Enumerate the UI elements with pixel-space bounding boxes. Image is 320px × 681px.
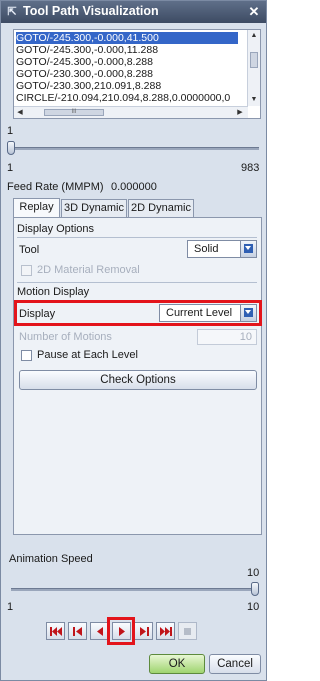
skip-to-end-button[interactable] bbox=[156, 622, 175, 640]
code-line[interactable]: GOTO/-245.300,-0.000,41.500 bbox=[16, 32, 238, 44]
code-line[interactable]: GOTO/-230.300,-0.000,8.288 bbox=[16, 68, 238, 80]
section-divider bbox=[17, 301, 257, 302]
material-removal-label: 2D Material Removal bbox=[37, 264, 140, 276]
slider-current-value: 1 bbox=[7, 125, 14, 137]
tab-3d-dynamic[interactable]: 3D Dynamic bbox=[61, 199, 127, 217]
section-divider bbox=[17, 282, 257, 283]
code-line[interactable]: GOTO/-230.300,210.091,8.288 bbox=[16, 80, 238, 92]
motion-display-header: Motion Display bbox=[17, 286, 90, 298]
scroll-up-arrow-icon[interactable]: ▲ bbox=[248, 30, 260, 41]
display-dropdown[interactable]: Current Level bbox=[159, 304, 257, 322]
play-reverse-icon bbox=[97, 627, 103, 636]
code-line[interactable]: GOTO/-245.300,-0.000,8.288 bbox=[16, 56, 238, 68]
code-list-horizontal-scrollbar[interactable]: ◀ III ▶ bbox=[14, 106, 248, 118]
scroll-thumb-horizontal[interactable]: III bbox=[44, 109, 104, 116]
display-label: Display bbox=[19, 308, 56, 320]
code-list-vertical-scrollbar[interactable]: ▲ ▼ bbox=[247, 30, 260, 106]
animation-speed-value: 10 bbox=[247, 567, 260, 579]
display-options-header: Display Options bbox=[17, 223, 95, 235]
animation-speed-label: Animation Speed bbox=[9, 553, 93, 565]
pause-each-level-label: Pause at Each Level bbox=[37, 349, 138, 361]
play-forward-button[interactable] bbox=[112, 622, 131, 640]
dropdown-arrow-icon[interactable] bbox=[240, 305, 256, 321]
dropdown-arrow-icon[interactable] bbox=[240, 241, 256, 257]
code-line[interactable]: GOTO/-245.300,-0.000,11.288 bbox=[16, 44, 238, 56]
animation-speed-slider-thumb[interactable] bbox=[251, 582, 259, 596]
animation-speed-slider-track[interactable] bbox=[11, 588, 257, 591]
close-icon[interactable]: ✕ bbox=[246, 3, 262, 20]
step-forward-icon bbox=[140, 627, 149, 636]
cancel-button[interactable]: Cancel bbox=[209, 654, 261, 674]
animation-speed-max-label: 10 bbox=[247, 601, 260, 613]
step-back-button[interactable] bbox=[68, 622, 87, 640]
slider-min-label: 1 bbox=[7, 162, 14, 174]
check-options-button[interactable]: Check Options bbox=[19, 370, 257, 390]
play-reverse-button[interactable] bbox=[90, 622, 109, 640]
title-bar[interactable]: ⇱ Tool Path Visualization ✕ bbox=[1, 1, 266, 23]
dialog-title: Tool Path Visualization bbox=[23, 4, 159, 18]
scroll-thumb[interactable] bbox=[250, 52, 258, 68]
animation-speed-min-label: 1 bbox=[7, 601, 14, 613]
step-forward-button[interactable] bbox=[134, 622, 153, 640]
step-back-icon bbox=[73, 627, 82, 636]
stop-icon bbox=[184, 628, 191, 635]
tool-dropdown-value: Solid bbox=[194, 243, 219, 255]
number-of-motions-label: Number of Motions bbox=[19, 331, 112, 343]
pause-each-level-checkbox[interactable] bbox=[21, 350, 32, 361]
tool-path-slider-track[interactable] bbox=[11, 147, 259, 150]
display-dropdown-value: Current Level bbox=[166, 307, 233, 319]
tool-label: Tool bbox=[19, 244, 40, 256]
ok-button[interactable]: OK bbox=[149, 654, 205, 674]
section-divider bbox=[17, 237, 257, 238]
tool-path-code-list[interactable]: GOTO/-245.300,-0.000,41.500 GOTO/-245.30… bbox=[13, 29, 261, 119]
skip-to-start-button[interactable] bbox=[46, 622, 65, 640]
scroll-down-arrow-icon[interactable]: ▼ bbox=[248, 94, 260, 105]
stop-button[interactable] bbox=[178, 622, 197, 640]
slider-max-label: 983 bbox=[241, 162, 260, 174]
material-removal-checkbox[interactable] bbox=[21, 265, 32, 276]
skip-to-start-icon bbox=[50, 627, 62, 636]
dialog-pin-icon[interactable]: ⇱ bbox=[5, 5, 19, 19]
play-forward-icon bbox=[119, 627, 125, 636]
tool-path-visualization-dialog: ⇱ Tool Path Visualization ✕ GOTO/-245.30… bbox=[0, 0, 267, 681]
scroll-right-arrow-icon[interactable]: ▶ bbox=[234, 107, 246, 118]
code-line[interactable]: CIRCLE/-210.094,210.094,8.288,0.0000000,… bbox=[16, 92, 238, 104]
tab-2d-dynamic[interactable]: 2D Dynamic bbox=[128, 199, 194, 217]
tool-path-slider-thumb[interactable] bbox=[7, 141, 15, 155]
scroll-left-arrow-icon[interactable]: ◀ bbox=[14, 107, 26, 118]
tab-replay[interactable]: Replay bbox=[13, 198, 60, 218]
feed-rate-value: 0.000000 bbox=[111, 181, 157, 193]
number-of-motions-field[interactable]: 10 bbox=[197, 329, 257, 345]
feed-rate-label: Feed Rate (MMPM) bbox=[7, 181, 104, 193]
skip-to-end-icon bbox=[160, 627, 172, 636]
tool-dropdown[interactable]: Solid bbox=[187, 240, 257, 258]
